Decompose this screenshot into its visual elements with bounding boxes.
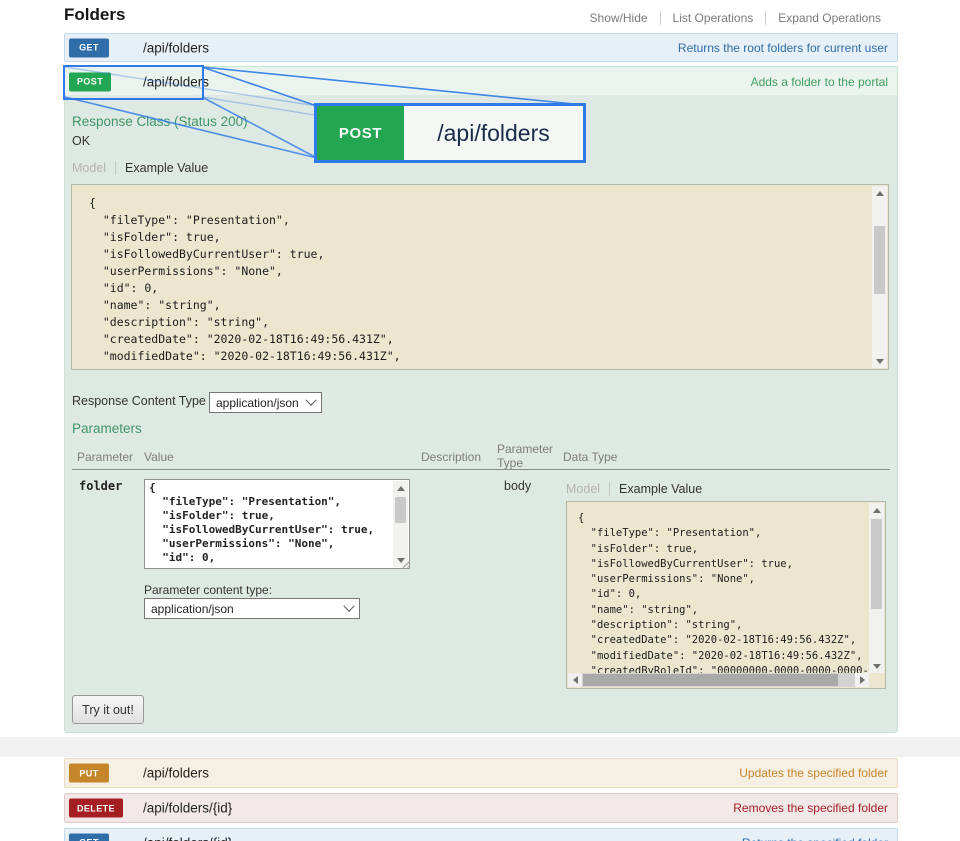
parameter-content-type-value: application/json	[151, 601, 234, 616]
post-summary-link[interactable]: Adds a folder to the portal	[751, 75, 888, 89]
col-header-value: Value	[144, 450, 174, 464]
operation-row-put-folders[interactable]: PUT /api/folders Updates the specified f…	[64, 758, 898, 788]
response-class-heading: Response Class (Status 200)	[72, 114, 248, 129]
put-path-link[interactable]: /api/folders	[143, 766, 209, 781]
section-divider-band	[0, 737, 960, 757]
data-type-horizontal-scrollbar[interactable]	[568, 673, 869, 687]
tab-example-value[interactable]: Example Value	[619, 482, 702, 496]
data-type-vertical-scrollbar[interactable]	[869, 503, 884, 673]
response-content-type-value: application/json	[216, 395, 299, 410]
try-it-out-button[interactable]: Try it out!	[72, 695, 144, 724]
tab-example-value[interactable]: Example Value	[125, 161, 208, 175]
col-header-data-type: Data Type	[563, 450, 618, 464]
post-path-magnified: /api/folders	[437, 119, 550, 146]
scroll-down-icon[interactable]	[872, 354, 887, 368]
tab-model[interactable]: Model	[566, 482, 600, 496]
scroll-down-icon[interactable]	[869, 659, 884, 673]
operations-nav: Show/Hide List Operations Expand Operati…	[578, 11, 893, 25]
parameter-content-type-select[interactable]: application/json	[144, 598, 360, 619]
get-method-badge[interactable]: GET	[69, 38, 109, 57]
scrollbar-thumb[interactable]	[395, 497, 406, 523]
data-type-tabs: Model Example Value	[566, 482, 702, 496]
tab-model[interactable]: Model	[72, 161, 106, 175]
scrollbar-thumb[interactable]	[871, 519, 882, 609]
chevron-down-icon	[305, 394, 317, 406]
parameter-name: folder	[79, 479, 123, 493]
col-header-parameter: Parameter	[77, 450, 134, 464]
response-example-codeblock: { "fileType": "Presentation", "isFolder"…	[71, 184, 889, 370]
put-method-badge[interactable]: PUT	[69, 763, 109, 783]
parameter-content-type-label: Parameter content type:	[144, 583, 273, 597]
parameter-value-json: { "fileType": "Presentation", "isFolder"…	[149, 481, 375, 566]
operation-row-delete-folder[interactable]: DELETE /api/folders/{id} Removes the spe…	[64, 793, 898, 823]
parameter-type-value: body	[504, 479, 532, 493]
chevron-down-icon	[343, 600, 355, 612]
post-operation-detail-panel: Response Class (Status 200) OK Model Exa…	[64, 95, 898, 733]
response-example-vertical-scrollbar[interactable]	[872, 186, 887, 368]
scroll-left-icon[interactable]	[568, 673, 582, 687]
post-method-badge-magnified: POST	[317, 106, 404, 160]
page-title: Folders	[64, 5, 126, 24]
scroll-up-icon[interactable]	[869, 503, 884, 517]
data-type-example-codeblock: { "fileType": "Presentation", "isFolder"…	[566, 501, 886, 689]
get-summary-link[interactable]: Returns the root folders for current use…	[678, 41, 888, 55]
response-content-type-select[interactable]: application/json	[209, 392, 322, 413]
scrollbar-thumb[interactable]	[874, 226, 885, 294]
response-example-json: { "fileType": "Presentation", "isFolder"…	[89, 196, 401, 363]
delete-path-link[interactable]: /api/folders/{id}	[143, 801, 232, 816]
get-method-badge[interactable]: GET	[69, 833, 109, 841]
scroll-right-icon[interactable]	[855, 673, 869, 687]
operation-row-get-folders[interactable]: GET /api/folders Returns the root folder…	[64, 33, 898, 62]
get-path-link[interactable]: /api/folders	[143, 40, 209, 55]
scroll-up-icon[interactable]	[393, 481, 408, 495]
data-type-example-json: { "fileType": "Presentation", "isFolder"…	[578, 512, 869, 673]
get-by-id-summary-link[interactable]: Returns the specified folder	[742, 836, 888, 841]
table-header-rule	[72, 469, 890, 470]
textarea-vertical-scrollbar[interactable]	[393, 481, 408, 567]
magnified-post-callout: POST /api/folders	[314, 103, 586, 163]
response-content-type-label: Response Content Type	[72, 394, 206, 408]
scroll-up-icon[interactable]	[872, 186, 887, 200]
response-tabs: Model Example Value	[72, 161, 208, 175]
response-status-text: OK	[72, 134, 91, 148]
get-by-id-path-link[interactable]: /api/folders/{id}	[143, 835, 232, 841]
list-operations-link[interactable]: List Operations	[659, 11, 766, 25]
col-header-description: Description	[421, 450, 482, 464]
col-header-parameter-type: Parameter Type	[497, 442, 554, 470]
tab-divider	[609, 482, 611, 496]
delete-summary-link[interactable]: Removes the specified folder	[733, 801, 888, 815]
expand-operations-link[interactable]: Expand Operations	[765, 11, 893, 25]
swagger-ui-page: Folders Show/Hide List Operations Expand…	[0, 0, 960, 841]
scrollbar-thumb[interactable]	[583, 674, 838, 686]
parameters-heading: Parameters	[72, 421, 142, 436]
parameter-value-textarea[interactable]: { "fileType": "Presentation", "isFolder"…	[144, 479, 410, 569]
operation-row-get-folder-by-id[interactable]: GET /api/folders/{id} Returns the specif…	[64, 828, 898, 841]
show-hide-link[interactable]: Show/Hide	[578, 11, 660, 25]
tab-divider	[115, 161, 117, 175]
magnifier-source-highlight-box	[63, 65, 204, 100]
delete-method-badge[interactable]: DELETE	[69, 798, 123, 818]
put-summary-link[interactable]: Updates the specified folder	[739, 766, 888, 780]
